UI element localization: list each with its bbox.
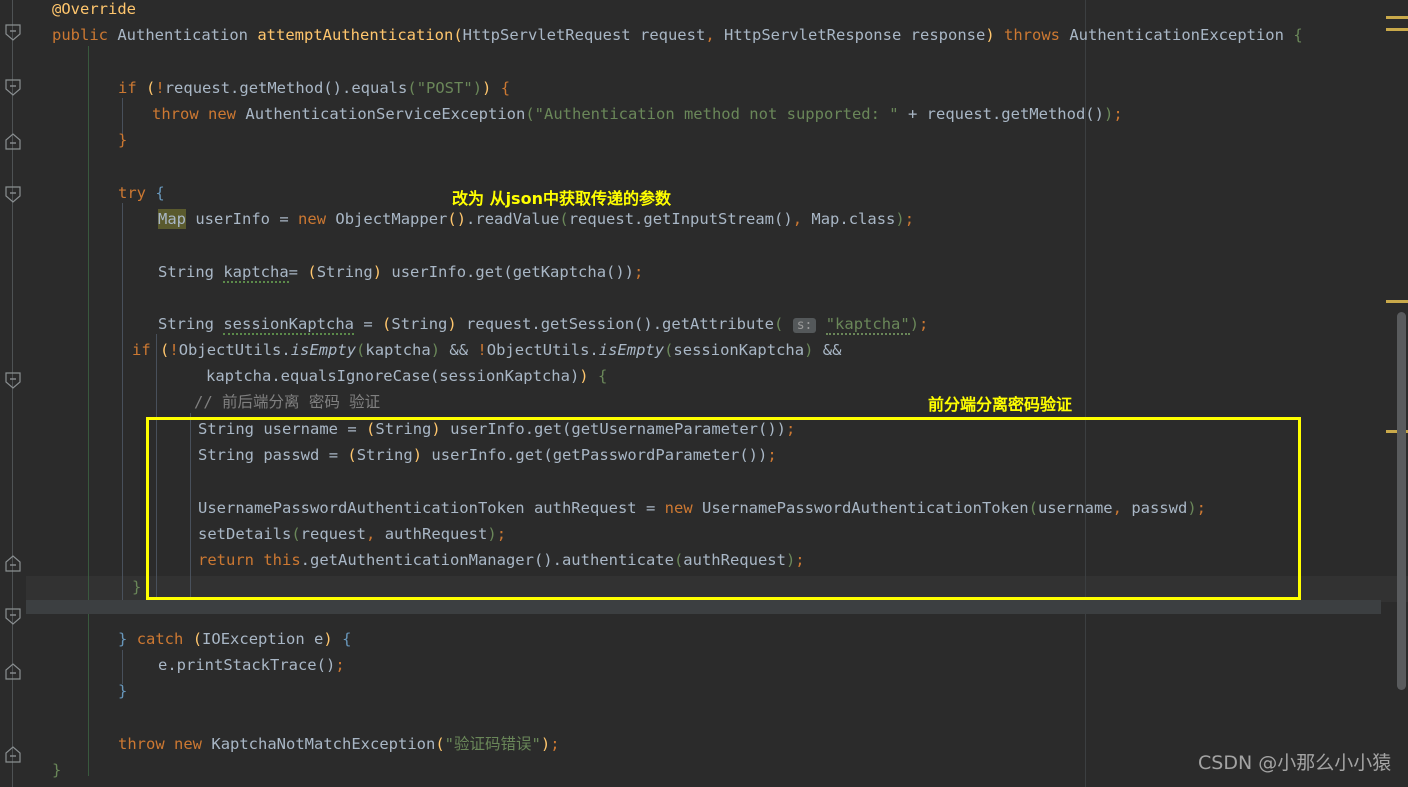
call-getkaptcha: userInfo.get(getKaptcha()) (391, 263, 635, 281)
param-hint-badge: s: (792, 318, 817, 333)
type-httpservletresponse: HttpServletResponse (724, 26, 902, 44)
horizontal-scrollbar[interactable] (26, 600, 1381, 614)
code-line-3: if (!request.getMethod().equals("POST"))… (118, 79, 511, 97)
var-kaptcha: kaptcha (223, 263, 289, 283)
type-map-highlighted: Map (158, 209, 186, 229)
type-string-cast: String (316, 263, 373, 281)
type-authentication: Authentication (117, 26, 248, 44)
fold-marker-collapse[interactable] (3, 608, 23, 626)
code-line-1: @Override (52, 0, 136, 22)
code-line-21: } (118, 682, 128, 700)
method-name: attemptAuthentication (257, 26, 454, 44)
code-line-11: kaptcha.equalsIgnoreCase(sessionKaptcha)… (206, 367, 608, 385)
kw-if: if (118, 79, 137, 97)
code-line-6: try { (118, 184, 165, 202)
type-httpservletrequest: HttpServletRequest (462, 26, 631, 44)
fold-marker-expand[interactable] (3, 662, 23, 680)
call-isempty: isEmpty (598, 341, 665, 359)
scroll-mark[interactable] (1386, 16, 1408, 19)
string-method-not-supported: "Authentication method not supported: " (534, 105, 899, 123)
type-string: String (158, 315, 214, 333)
annotation-top-note: 改为 从json中获取传递的参数 (452, 189, 671, 208)
expr-getmethod: request.getMethod().equals (164, 79, 408, 97)
call-getinputstream: request.getInputStream() (568, 210, 793, 228)
fold-gutter (0, 0, 26, 787)
annotation-override: @Override (52, 0, 136, 18)
fold-marker-expand[interactable] (3, 132, 23, 150)
string-post: "POST" (416, 79, 473, 97)
string-yanzhengma-cuowu: "验证码错误" (444, 735, 541, 753)
call-getattribute: request.getSession().getAttribute (466, 315, 775, 333)
call-readvalue: readValue (475, 210, 560, 228)
annotation-box-note: 前分端分离密码验证 (928, 395, 1073, 414)
indent-guide (122, 203, 123, 601)
kw-new: new (174, 735, 203, 753)
call-equalsignorecase: kaptcha.equalsIgnoreCase(sessionKaptcha) (206, 367, 580, 385)
code-line-20: e.printStackTrace(); (158, 656, 345, 674)
code-line-22: throw new KaptchaNotMatchException("验证码错… (118, 735, 560, 753)
kw-new: new (208, 105, 237, 123)
arg-sessionkaptcha: sessionKaptcha (673, 341, 805, 359)
code-line-18: } (132, 578, 142, 596)
kw-throw: throw (152, 105, 199, 123)
var-userinfo: userInfo (195, 210, 270, 228)
fold-marker-collapse[interactable] (3, 186, 23, 204)
code-line-7: Map userInfo = new ObjectMapper().readVa… (158, 209, 915, 229)
var-sessionkaptcha: sessionKaptcha (223, 315, 354, 335)
type-objectutils: ObjectUtils (178, 341, 282, 359)
arg-kaptcha: kaptcha (365, 341, 431, 359)
code-line-5: } (118, 131, 128, 149)
type-authexception: AuthenticationException (1069, 26, 1284, 44)
kw-throw: throw (118, 735, 165, 753)
vertical-scrollbar-thumb[interactable] (1397, 312, 1406, 690)
ide-editor-window: @Override public Authentication attemptA… (0, 0, 1408, 787)
fold-marker-collapse[interactable] (3, 24, 23, 42)
kw-catch: catch (136, 630, 184, 648)
fold-marker-expand[interactable] (3, 554, 23, 572)
param-request: request (639, 26, 706, 44)
type-objectutils: ObjectUtils (486, 341, 590, 359)
csdn-watermark: CSDN @小那么小小猿 (1198, 752, 1392, 774)
kw-new: new (298, 210, 327, 228)
kw-try: try (118, 184, 146, 202)
code-line-2: public Authentication attemptAuthenticat… (52, 26, 1303, 44)
expr-map-class: Map.class (811, 210, 896, 228)
call-isempty: isEmpty (290, 341, 357, 359)
kw-throws: throws (1004, 26, 1060, 44)
type-ioexception: IOException (202, 630, 305, 648)
code-area[interactable]: @Override public Authentication attemptA… (26, 0, 1408, 787)
fold-marker-collapse[interactable] (3, 372, 23, 390)
code-line-12: // 前后端分离 密码 验证 (194, 389, 380, 415)
string-kaptcha: "kaptcha" (825, 315, 910, 335)
type-kaptchanotmatchexception: KaptchaNotMatchException (211, 735, 436, 753)
code-line-9: String sessionKaptcha = (String) request… (158, 315, 929, 335)
kw-public: public (52, 26, 108, 44)
call-printstacktrace: e.printStackTrace() (158, 656, 336, 674)
code-line-8: String kaptcha= (String) userInfo.get(ge… (158, 263, 644, 283)
var-e: e (314, 630, 324, 648)
type-objectmapper: ObjectMapper (335, 210, 448, 228)
type-string-cast: String (391, 315, 448, 333)
expr-getmethod2: request.getMethod() (926, 105, 1104, 123)
code-line-4: throw new AuthenticationServiceException… (152, 105, 1123, 123)
kw-if: if (132, 341, 151, 359)
code-line-23: } (52, 761, 62, 779)
indent-guide (88, 46, 89, 776)
code-line-10: if (!ObjectUtils.isEmpty(kaptcha) && !Ob… (132, 341, 842, 359)
fold-marker-collapse[interactable] (3, 79, 23, 97)
comment-password-check: // 前后端分离 密码 验证 (194, 393, 381, 411)
highlight-box (146, 417, 1301, 600)
scroll-mark[interactable] (1386, 28, 1408, 31)
fold-marker-expand[interactable] (3, 745, 23, 763)
scroll-mark[interactable] (1386, 300, 1408, 303)
param-response: response (910, 26, 986, 44)
code-line-19: } catch (IOException e) { (118, 630, 352, 648)
type-string: String (158, 263, 214, 281)
type-authserviceexception: AuthenticationServiceException (245, 105, 526, 123)
